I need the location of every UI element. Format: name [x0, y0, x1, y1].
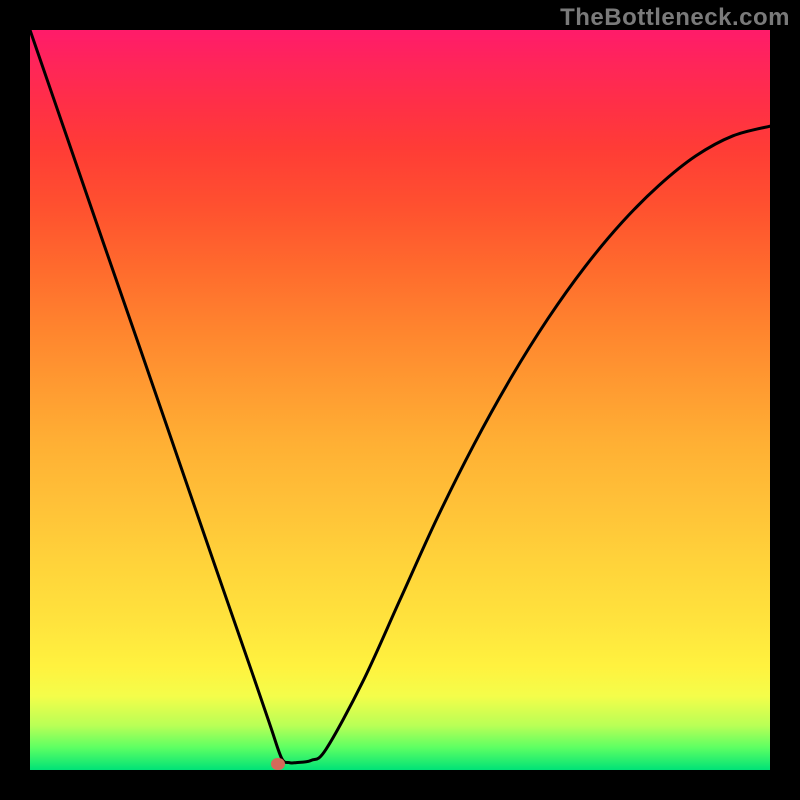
optimal-point-marker [271, 758, 285, 770]
plot-area [30, 30, 770, 770]
chart-frame: TheBottleneck.com [0, 0, 800, 800]
curve-svg [30, 30, 770, 770]
watermark-text: TheBottleneck.com [560, 4, 790, 32]
bottleneck-curve-path [30, 30, 770, 763]
